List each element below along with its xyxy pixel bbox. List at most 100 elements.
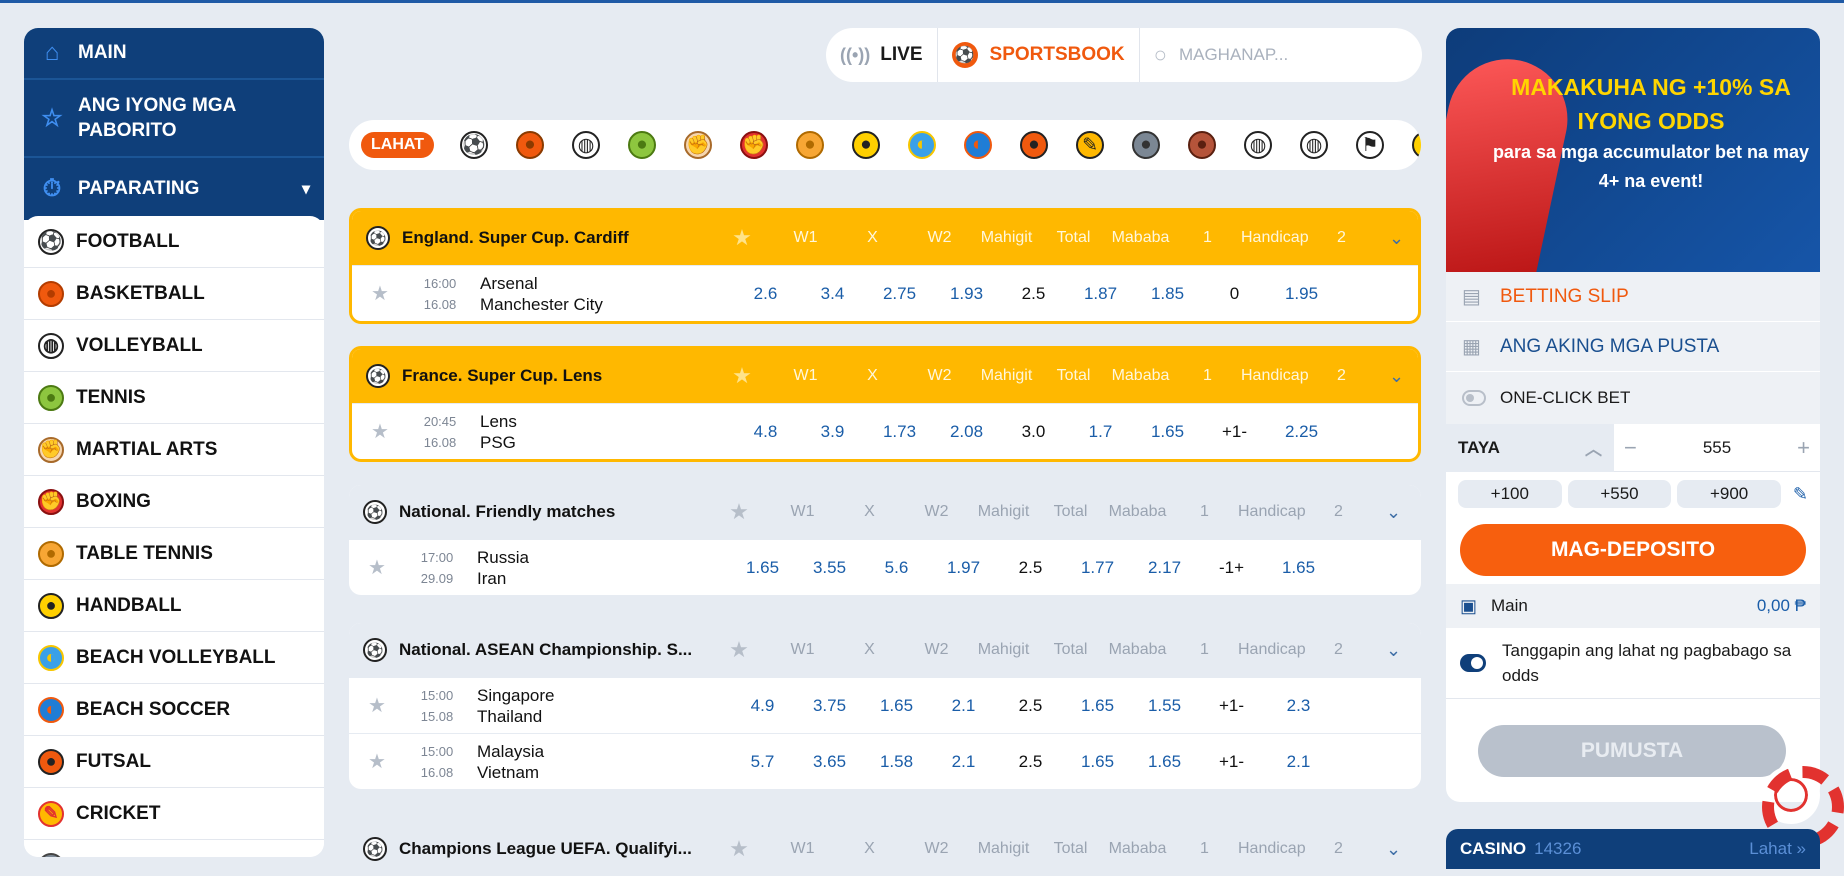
beach-soccer-icon[interactable]: ◐ — [964, 131, 993, 159]
place-bet-button[interactable]: PUMUSTA — [1478, 725, 1786, 777]
odds-cell[interactable]: 1.65 — [1064, 696, 1131, 716]
american-football-icon[interactable]: ● — [1188, 131, 1217, 159]
pencil-icon[interactable]: ✎ — [1793, 484, 1808, 505]
odds-cell[interactable]: 4.8 — [732, 422, 799, 442]
odds-cell[interactable]: 1.95 — [1268, 284, 1335, 304]
ice-hockey-puck-icon[interactable]: ● — [1132, 131, 1161, 159]
search-input[interactable]: ○ MAGHANAP... — [1140, 42, 1289, 68]
martial-arts-glove-icon[interactable]: ✊ — [684, 131, 713, 159]
sidebar-sport-handball[interactable]: ● HANDBALL — [24, 580, 324, 632]
football-icon[interactable]: ⚽ — [460, 131, 489, 159]
chevron-down-icon[interactable]: ⌄ — [1386, 640, 1401, 661]
beach-volleyball-icon[interactable]: ◐ — [908, 131, 937, 159]
chevron-down-icon[interactable]: ⌄ — [1386, 839, 1401, 860]
basketball-icon[interactable]: ● — [516, 131, 545, 159]
odds-cell[interactable]: 3.55 — [796, 558, 863, 578]
sidebar-sport-martial-arts[interactable]: ✊ MARTIAL ARTS — [24, 424, 324, 476]
odds-cell[interactable]: 1.77 — [1064, 558, 1131, 578]
favorite-star-icon[interactable]: ★ — [349, 693, 405, 718]
favorite-star-icon[interactable]: ★ — [352, 281, 408, 306]
odds-cell[interactable]: 1.55 — [1131, 696, 1198, 716]
stake-input[interactable]: 555 — [1637, 438, 1797, 458]
minus-icon[interactable]: − — [1624, 435, 1637, 461]
sidebar-sport-tennis[interactable]: ● TENNIS — [24, 372, 324, 424]
sidebar-sport-beach-volleyball[interactable]: ◐ BEACH VOLLEYBALL — [24, 632, 324, 684]
my-bets-tab[interactable]: ▦ ANG AKING MGA PUSTA — [1446, 322, 1820, 372]
odds-cell[interactable]: 2.75 — [866, 284, 933, 304]
favorite-star-icon[interactable]: ★ — [709, 499, 769, 525]
odds-cell[interactable]: 1.73 — [866, 422, 933, 442]
match-teams[interactable]: Lens PSG — [472, 411, 732, 453]
baseball-icon[interactable]: ◍ — [1244, 131, 1273, 159]
favorite-star-icon[interactable]: ★ — [712, 363, 772, 389]
odds-cell[interactable]: 3.9 — [799, 422, 866, 442]
odds-cell[interactable]: 4.9 — [729, 696, 796, 716]
filter-all[interactable]: LAHAT — [361, 132, 435, 158]
odds-cell[interactable]: 2.1 — [930, 696, 997, 716]
match-teams[interactable]: Singapore Thailand — [469, 685, 729, 727]
favorite-star-icon[interactable]: ★ — [712, 225, 772, 251]
chevron-down-icon[interactable]: ⌄ — [1386, 502, 1401, 523]
live-tab[interactable]: ((•)) LIVE — [826, 28, 938, 82]
rugby-ball-icon[interactable]: ◍ — [1300, 131, 1329, 159]
more-sports-icon[interactable]: ● — [1412, 131, 1421, 159]
quick-stake-button[interactable]: +900 — [1677, 480, 1781, 508]
sidebar-sport-boxing[interactable]: ✊ BOXING — [24, 476, 324, 528]
odds-cell[interactable]: 2.1 — [1265, 752, 1332, 772]
odds-cell[interactable]: 1.65 — [729, 558, 796, 578]
event-header[interactable]: ⚽ England. Super Cup. Cardiff ★ W1 X W2 Mahigi… — [352, 211, 1418, 265]
sidebar-sport-cricket[interactable]: ✎ CRICKET — [24, 788, 324, 840]
sidebar-sport-beach-soccer[interactable]: ◐ BEACH SOCCER — [24, 684, 324, 736]
sidebar-item-favorites[interactable]: ☆ ANG IYONG MGA PABORITO — [24, 80, 324, 158]
match-teams[interactable]: Malaysia Vietnam — [469, 741, 729, 783]
favorite-star-icon[interactable]: ★ — [349, 749, 405, 774]
favorite-star-icon[interactable]: ★ — [709, 637, 769, 663]
plus-icon[interactable]: + — [1797, 435, 1810, 461]
odds-cell[interactable]: 1.85 — [1134, 284, 1201, 304]
favorite-star-icon[interactable]: ★ — [352, 419, 408, 444]
tennis-ball-icon[interactable]: ● — [628, 131, 657, 159]
odds-cell[interactable]: 1.65 — [1265, 558, 1332, 578]
sportsbook-tab[interactable]: ⚽ SPORTSBOOK — [938, 28, 1140, 82]
odds-cell[interactable]: 1.97 — [930, 558, 997, 578]
match-teams[interactable]: Russia Iran — [469, 547, 729, 589]
event-header[interactable]: ⚽ France. Super Cup. Lens ★ W1 X W2 Mahigit Tot… — [352, 349, 1418, 403]
favorite-star-icon[interactable]: ★ — [349, 555, 405, 580]
futsal-icon[interactable]: ● — [1020, 131, 1049, 159]
odds-cell[interactable]: 2.17 — [1131, 558, 1198, 578]
one-click-toggle[interactable] — [1462, 390, 1486, 406]
odds-cell[interactable]: 2.3 — [1265, 696, 1332, 716]
sidebar-sport-football[interactable]: ⚽ FOOTBALL — [24, 216, 324, 268]
match-teams[interactable]: Arsenal Manchester City — [472, 273, 732, 315]
odds-cell[interactable]: 5.7 — [729, 752, 796, 772]
promo-banner[interactable]: MAKAKUHA NG +10% SA IYONG ODDS para sa m… — [1446, 28, 1820, 272]
event-header[interactable]: ⚽ Champions League UEFA. Qualifyi... ★ W1 X W… — [349, 822, 1421, 876]
table-tennis-icon[interactable]: ● — [796, 131, 825, 159]
lifebuoy-support-icon[interactable] — [1762, 766, 1844, 848]
odds-cell[interactable]: 2.08 — [933, 422, 1000, 442]
odds-cell[interactable]: 1.93 — [933, 284, 1000, 304]
sidebar-sport-basketball[interactable]: ● BASKETBALL — [24, 268, 324, 320]
favorite-star-icon[interactable]: ★ — [709, 836, 769, 862]
betting-slip-tab[interactable]: ▤ BETTING SLIP — [1446, 272, 1820, 322]
sidebar-item-upcoming[interactable]: ⏱ PAPARATING ▾ — [24, 158, 324, 220]
odds-cell[interactable]: 3.65 — [796, 752, 863, 772]
chevron-down-icon[interactable]: ⌄ — [1389, 366, 1404, 387]
quick-stake-button[interactable]: +550 — [1567, 480, 1672, 508]
odds-cell[interactable]: 1.65 — [1064, 752, 1131, 772]
odds-cell[interactable]: 1.65 — [1131, 752, 1198, 772]
odds-cell[interactable]: 2.1 — [930, 752, 997, 772]
odds-cell[interactable]: 3.75 — [796, 696, 863, 716]
quick-stake-button[interactable]: +100 — [1458, 480, 1562, 508]
odds-cell[interactable]: 3.4 — [799, 284, 866, 304]
odds-cell[interactable]: 1.65 — [863, 696, 930, 716]
casino-all-link[interactable]: Lahat » — [1749, 839, 1806, 859]
sidebar-sport-ice-hockey[interactable]: ●ICE HOCKEY — [24, 840, 324, 857]
cricket-bat-icon[interactable]: ✎ — [1076, 131, 1105, 159]
accept-odds-toggle[interactable] — [1460, 654, 1486, 672]
deposit-button[interactable]: MAG-DEPOSITO — [1460, 524, 1806, 576]
sidebar-sport-table-tennis[interactable]: ● TABLE TENNIS — [24, 528, 324, 580]
sidebar-sport-futsal[interactable]: ● FUTSAL — [24, 736, 324, 788]
sidebar-item-main[interactable]: ⌂ MAIN — [24, 28, 324, 80]
odds-cell[interactable]: 2.6 — [732, 284, 799, 304]
